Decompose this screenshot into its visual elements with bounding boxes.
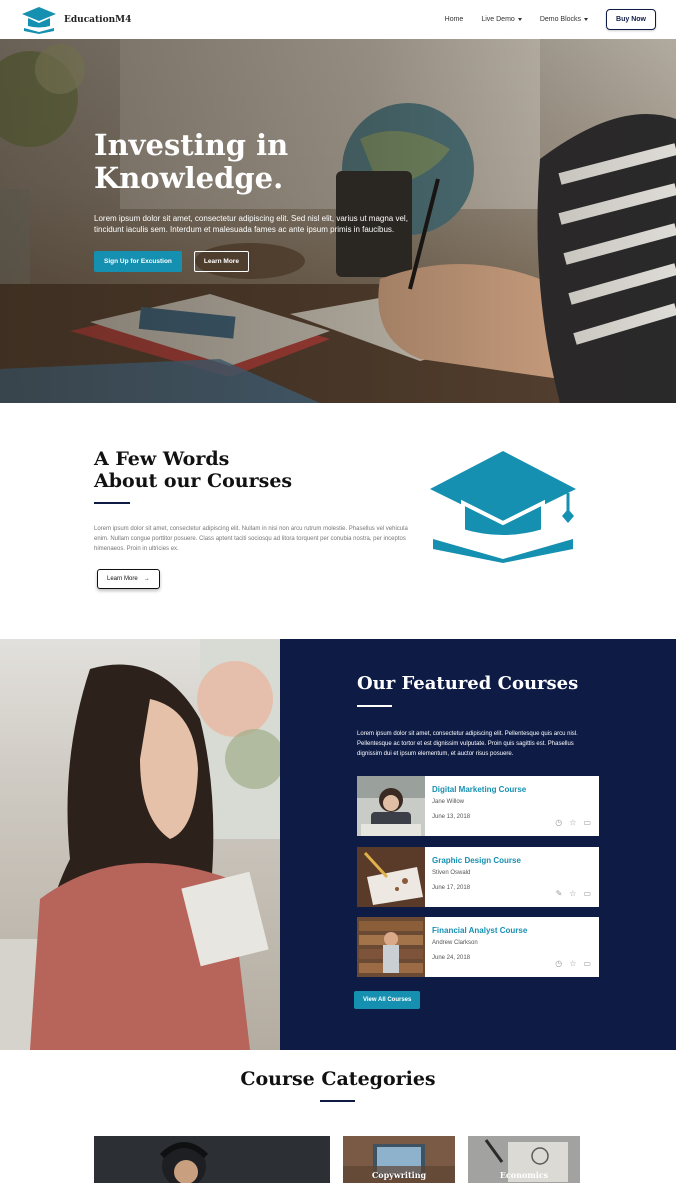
course-thumbnail: [357, 847, 425, 907]
categories-divider: [320, 1100, 355, 1102]
featured-divider: [357, 705, 392, 707]
course-body: Graphic Design Course Stiven Oswald June…: [425, 847, 599, 907]
featured-photo: [0, 639, 280, 1050]
view-all-courses-button[interactable]: View All Courses: [354, 991, 421, 1009]
star-icon[interactable]: ☆: [569, 960, 576, 968]
category-label: Copywriting: [371, 1170, 427, 1180]
categories-section: Course Categories Copywriting Economics: [0, 1050, 676, 1183]
star-icon[interactable]: ☆: [569, 819, 576, 827]
monitor-icon[interactable]: ▭: [583, 890, 591, 898]
course-body: Digital Marketing Course Jane Willow Jun…: [425, 776, 599, 836]
hero-buttons: Sign Up for Excustion Learn More: [94, 251, 414, 272]
featured-title: Our Featured Courses: [357, 673, 579, 694]
about-title: A Few Words About our Courses: [94, 448, 292, 492]
hero-title: Investing in Knowledge.: [94, 128, 289, 195]
category-tile[interactable]: [94, 1136, 330, 1183]
graduation-cap-logo-icon: [22, 6, 56, 34]
pencil-icon[interactable]: ✎: [556, 890, 563, 898]
course-author: Jane Willow: [432, 799, 465, 805]
featured-text: Lorem ipsum dolor sit amet, consectetur …: [357, 731, 578, 757]
category-tile[interactable]: Copywriting: [343, 1136, 455, 1183]
course-title[interactable]: Graphic Design Course: [432, 856, 592, 865]
brand-name: EducationM4: [64, 14, 132, 25]
course-title[interactable]: Financial Analyst Course: [432, 926, 592, 935]
course-thumbnail: [357, 917, 425, 977]
nav-demo-blocks[interactable]: Demo Blocks: [540, 16, 588, 23]
category-label: Economics: [499, 1170, 549, 1180]
category-tile[interactable]: Economics: [468, 1136, 580, 1183]
nav-live-demo[interactable]: Live Demo: [481, 16, 521, 23]
course-title[interactable]: Digital Marketing Course: [432, 785, 592, 794]
course-author: Stiven Oswald: [432, 870, 471, 876]
signup-button[interactable]: Sign Up for Excustion: [94, 251, 182, 272]
course-icons: ✎ ☆ ▭: [556, 890, 591, 898]
clock-icon[interactable]: ◷: [555, 819, 562, 827]
brand[interactable]: EducationM4: [20, 6, 131, 34]
featured-panel: Our Featured Courses Lorem ipsum dolor s…: [280, 639, 676, 1050]
buy-now-button[interactable]: Buy Now: [606, 9, 656, 30]
hero-text: Lorem ipsum dolor sit amet, consectetur …: [94, 214, 408, 234]
about-title-line2: About our Courses: [94, 470, 293, 492]
about-section: A Few Words About our Courses Lorem ipsu…: [0, 403, 676, 639]
nav-links: Home Live Demo Demo Blocks Buy Now: [445, 9, 656, 30]
course-card[interactable]: Graphic Design Course Stiven Oswald June…: [357, 847, 599, 907]
about-learn-more-button[interactable]: Learn More →: [97, 569, 160, 589]
clock-icon[interactable]: ◷: [555, 960, 562, 968]
monitor-icon[interactable]: ▭: [583, 819, 591, 827]
about-learn-more-label: Learn More: [107, 576, 138, 582]
monitor-icon[interactable]: ▭: [583, 960, 591, 968]
course-card[interactable]: Digital Marketing Course Jane Willow Jun…: [357, 776, 599, 836]
about-title-line1: A Few Words: [94, 448, 230, 470]
category-image: [94, 1136, 330, 1183]
about-text: Lorem ipsum dolor sit amet, consectetur …: [94, 526, 408, 552]
course-icons: ◷ ☆ ▭: [555, 960, 591, 968]
nav-home[interactable]: Home: [445, 16, 464, 23]
course-icons: ◷ ☆ ▭: [555, 819, 591, 827]
course-thumbnail: [357, 776, 425, 836]
graduation-cap-icon: [430, 451, 576, 563]
featured-section: Our Featured Courses Lorem ipsum dolor s…: [0, 639, 676, 1050]
hero-learn-more-button[interactable]: Learn More: [193, 251, 249, 272]
star-icon[interactable]: ☆: [569, 890, 576, 898]
woman-reading-image: [0, 639, 280, 1050]
navbar: EducationM4 Home Live Demo Demo Blocks B…: [0, 0, 676, 39]
course-body: Financial Analyst Course Andrew Clarkson…: [425, 917, 599, 977]
arrow-right-icon: →: [143, 576, 150, 582]
categories-title: Course Categories: [240, 1068, 436, 1090]
hero-section: Investing in Knowledge. Lorem ipsum dolo…: [0, 39, 676, 403]
about-divider: [94, 502, 130, 504]
course-author: Andrew Clarkson: [432, 940, 478, 946]
hero-content: Investing in Knowledge. Lorem ipsum dolo…: [94, 129, 414, 272]
course-card[interactable]: Financial Analyst Course Andrew Clarkson…: [357, 917, 599, 977]
